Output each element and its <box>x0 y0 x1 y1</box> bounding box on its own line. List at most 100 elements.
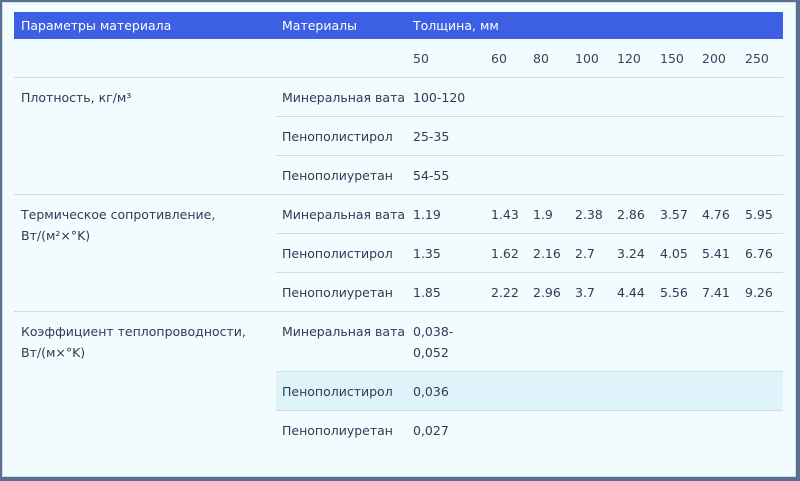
value-cell: 5.56 <box>655 272 697 312</box>
value-cell: 9.26 <box>740 272 784 312</box>
material-cell: Минеральная вата <box>276 311 406 372</box>
value-cell: 2.16 <box>528 233 570 273</box>
thickness-value: 50 <box>413 50 429 66</box>
value-cell <box>486 77 528 117</box>
value-cell: 0,027 <box>406 410 486 449</box>
parameter-cell: Плотность, кг/м³ <box>14 77 276 195</box>
value-cell: 7.41 <box>697 272 740 312</box>
value-cell: 2.86 <box>612 194 655 234</box>
material-cell: Минеральная вата <box>276 77 406 117</box>
value-cell <box>612 371 655 411</box>
value-cell <box>697 116 740 156</box>
thickness-value: 150 <box>660 50 684 66</box>
value-cell <box>528 155 570 195</box>
thickness-value: 120 <box>617 50 641 66</box>
value-cell <box>528 77 570 117</box>
material-cell: Минеральная вата <box>276 194 406 234</box>
value-cell <box>697 155 740 195</box>
value-cell <box>655 155 697 195</box>
value-cell: 0,038-0,052 <box>406 311 486 372</box>
value-cell: 1.62 <box>486 233 528 273</box>
value-cell: 4.76 <box>697 194 740 234</box>
material-cell: Пенополиуретан <box>276 272 406 312</box>
value-cell <box>655 77 697 117</box>
value-cell: 100-120 <box>406 77 486 117</box>
value-cell <box>528 371 570 411</box>
value-cell: 1.19 <box>406 194 486 234</box>
header-thickness: Толщина, мм <box>406 12 784 39</box>
value-cell <box>528 116 570 156</box>
thickness-value: 100 <box>575 50 599 66</box>
value-cell <box>486 155 528 195</box>
value-cell: 6.76 <box>740 233 784 273</box>
value-cell <box>570 311 612 372</box>
value-cell <box>528 311 570 372</box>
value-cell <box>570 155 612 195</box>
thickness-value: 250 <box>745 50 769 66</box>
value-cell <box>570 77 612 117</box>
value-cell <box>570 116 612 156</box>
material-cell: Пенополистирол <box>276 371 406 411</box>
parameter-cell: Термическое сопротивление, Вт/(м²×°K) <box>14 194 276 312</box>
value-cell <box>655 371 697 411</box>
value-cell <box>740 77 784 117</box>
value-cell <box>486 410 528 449</box>
value-cell <box>612 311 655 372</box>
value-cell <box>740 311 784 372</box>
material-cell: Пенополиуретан <box>276 155 406 195</box>
value-cell <box>612 77 655 117</box>
value-cell <box>740 155 784 195</box>
value-cell <box>486 371 528 411</box>
value-cell <box>740 116 784 156</box>
value-cell <box>612 116 655 156</box>
value-cell <box>570 371 612 411</box>
table-header-row: Параметры материала Материалы Толщина, м… <box>14 12 784 39</box>
value-cell <box>486 311 528 372</box>
value-cell: 1.9 <box>528 194 570 234</box>
value-cell <box>570 410 612 449</box>
thickness-value: 200 <box>702 50 726 66</box>
parameter-cell: Коэффициент теплопроводности, Вт/(м×°K) <box>14 311 276 449</box>
value-cell <box>697 77 740 117</box>
value-cell <box>697 410 740 449</box>
table-row: Коэффициент теплопроводности, Вт/(м×°K) М… <box>14 311 784 449</box>
table-row: Плотность, кг/м³ Минеральная вата 100-120 <box>14 77 784 195</box>
value-cell <box>655 410 697 449</box>
table-row: Термическое сопротивление, Вт/(м²×°K) Мин… <box>14 194 784 312</box>
material-cell: Пенополиуретан <box>276 410 406 449</box>
value-cell <box>697 311 740 372</box>
material-cell: Пенополистирол <box>276 116 406 156</box>
thickness-subheader-row: 50 60 80 100 120 150 200 250 <box>14 39 783 78</box>
value-cell <box>528 410 570 449</box>
material-cell: Пенополистирол <box>276 233 406 273</box>
value-cell: 2.7 <box>570 233 612 273</box>
header-param: Параметры материала <box>14 12 276 39</box>
value-cell <box>655 311 697 372</box>
value-cell: 1.85 <box>406 272 486 312</box>
thickness-value: 80 <box>533 50 549 66</box>
value-cell: 3.24 <box>612 233 655 273</box>
value-cell: 25-35 <box>406 116 486 156</box>
materials-table: Параметры материала Материалы Толщина, м… <box>14 12 784 449</box>
value-cell: 4.44 <box>612 272 655 312</box>
value-cell <box>486 116 528 156</box>
value-cell <box>655 116 697 156</box>
value-cell: 2.38 <box>570 194 612 234</box>
value-cell: 5.95 <box>740 194 784 234</box>
value-cell <box>697 371 740 411</box>
value-cell: 54-55 <box>406 155 486 195</box>
value-cell: 2.22 <box>486 272 528 312</box>
table-panel: Параметры материала Материалы Толщина, м… <box>2 2 796 477</box>
value-cell: 3.7 <box>570 272 612 312</box>
value-cell: 5.41 <box>697 233 740 273</box>
value-cell: 1.43 <box>486 194 528 234</box>
header-material: Материалы <box>276 12 406 39</box>
value-cell <box>740 410 784 449</box>
thickness-value: 60 <box>491 50 507 66</box>
value-cell <box>612 410 655 449</box>
value-cell: 4.05 <box>655 233 697 273</box>
value-cell: 1.35 <box>406 233 486 273</box>
value-cell: 0,036 <box>406 371 486 411</box>
value-cell <box>740 371 784 411</box>
value-cell: 3.57 <box>655 194 697 234</box>
